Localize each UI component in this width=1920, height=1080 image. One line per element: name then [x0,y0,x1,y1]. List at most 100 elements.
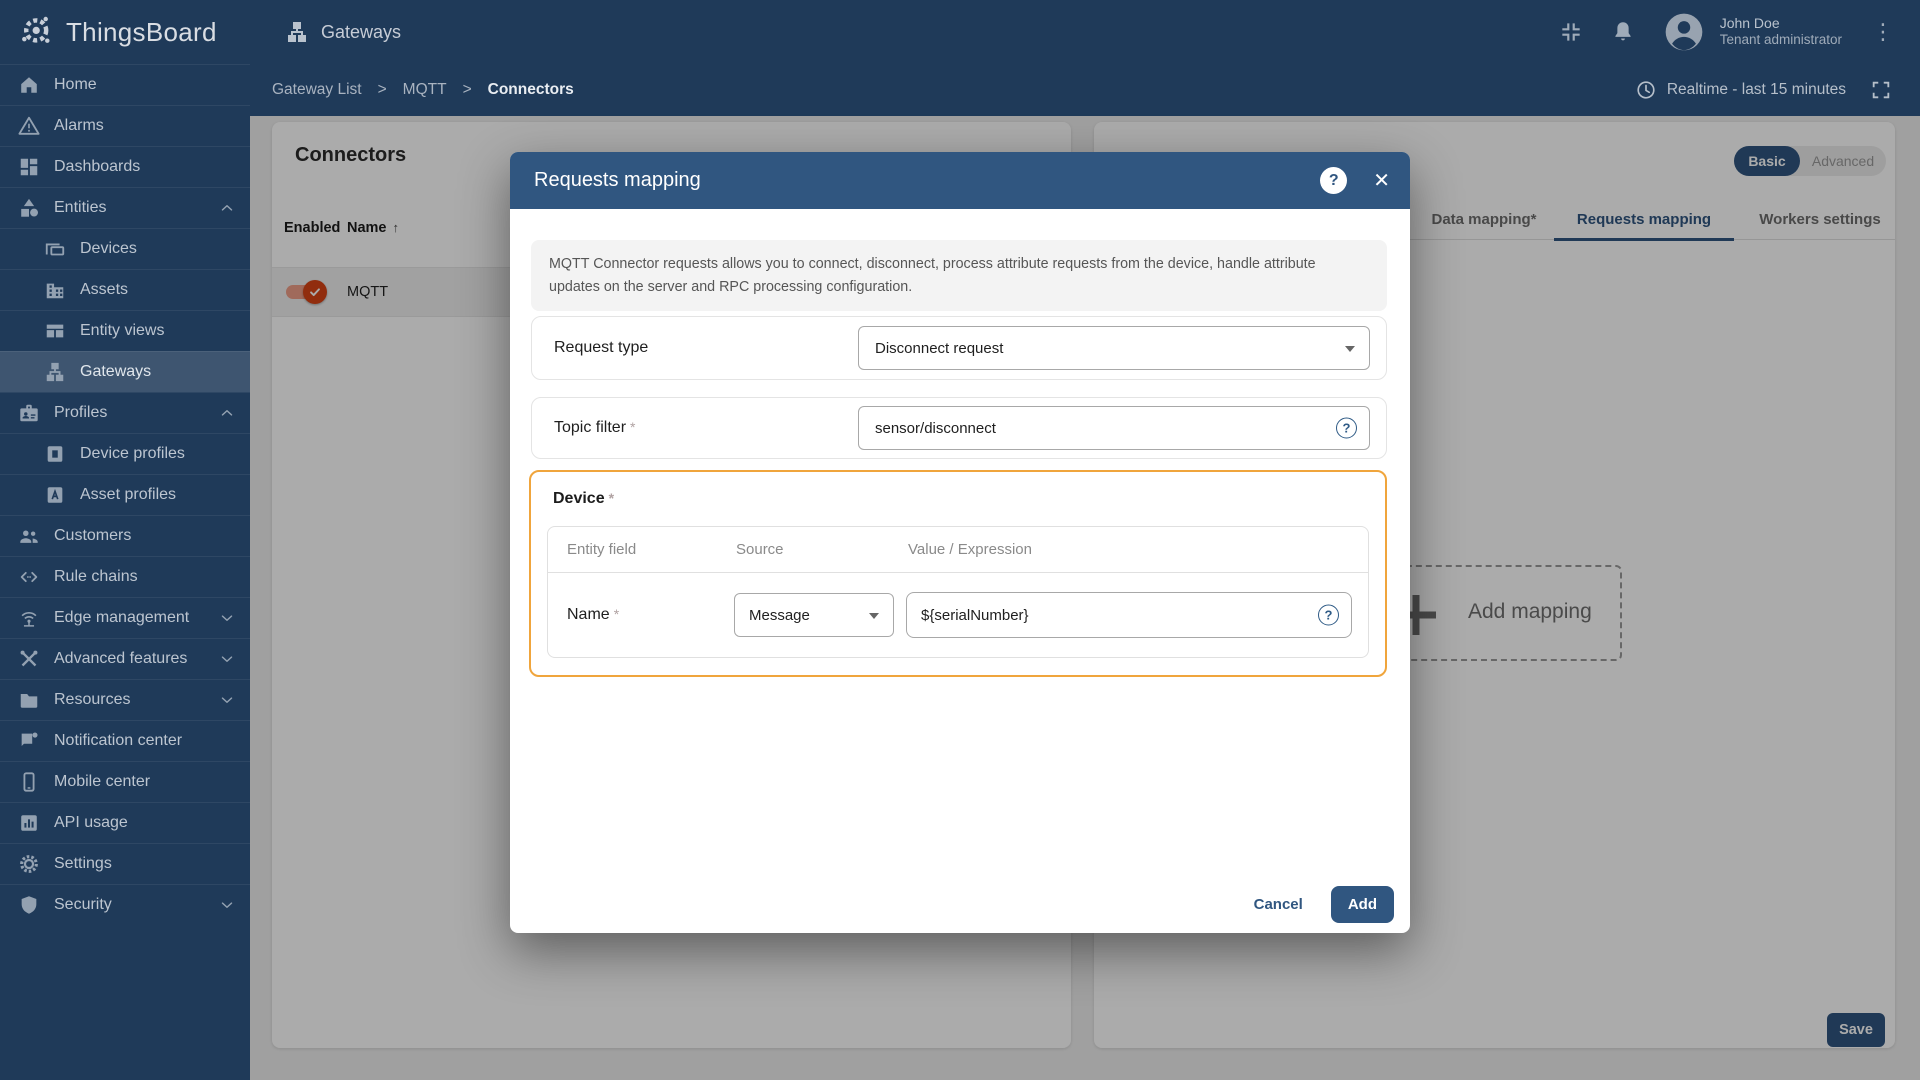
dialog-description: MQTT Connector requests allows you to co… [531,240,1387,312]
notification-flag-icon [18,730,40,752]
dialog-title: Requests mapping [534,169,701,191]
sidebar-item-settings[interactable]: Settings [0,843,250,884]
help-icon[interactable]: ? [1320,167,1348,194]
breadcrumb-separator: > [462,81,472,98]
timewindow-button[interactable]: Realtime - last 15 minutes [1635,79,1920,101]
sidebar-item-edge-management[interactable]: Edge management [0,597,250,638]
sidebar-item-security[interactable]: Security [0,884,250,925]
dashboards-icon [18,156,40,178]
device-section: Device * Entity field Source Value / Expr… [529,470,1387,677]
topic-filter-row: Topic filter * sensor/disconnect ? [531,397,1387,459]
required-asterisk: * [613,606,620,622]
profiles-icon [18,402,40,424]
more-menu-icon[interactable]: ⋮ [1868,19,1898,45]
gateways-icon [285,20,309,44]
sidebar-item-api-usage[interactable]: API usage [0,802,250,843]
breadcrumb-gateway-list[interactable]: Gateway List [272,81,362,99]
sidebar-item-resources[interactable]: Resources [0,679,250,720]
device-profiles-icon [44,443,66,465]
gateways-icon [44,361,66,383]
sidebar-item-entities[interactable]: Entities [0,187,250,228]
brand-name: ThingsBoard [66,16,217,47]
column-value-expression: Value / Expression [908,541,1032,558]
sidebar-item-assets[interactable]: Assets [0,269,250,310]
sidebar-item-dashboards[interactable]: Dashboards [0,146,250,187]
devices-icon [44,238,66,260]
close-icon[interactable]: ✕ [1373,168,1390,193]
sidebar-item-gateways[interactable]: Gateways [0,351,250,392]
sidebar-item-mobile-center[interactable]: Mobile center [0,761,250,802]
gear-icon [18,853,40,875]
alarm-icon [18,115,40,137]
sidebar-item-profiles[interactable]: Profiles [0,392,250,433]
customers-icon [18,525,40,547]
shield-icon [18,894,40,916]
sidebar-item-device-profiles[interactable]: Device profiles [0,433,250,474]
sidebar: ThingsBoard Home Alarms Dashboards Entit… [0,0,250,1080]
avatar[interactable] [1662,10,1706,54]
chevron-down-icon [869,613,879,619]
thingsboard-app: ThingsBoard Home Alarms Dashboards Entit… [0,0,1920,1080]
sidebar-item-devices[interactable]: Devices [0,228,250,269]
help-icon[interactable]: ? [1318,604,1339,626]
clock-icon [1635,79,1657,101]
timewindow-label: Realtime - last 15 minutes [1666,81,1846,98]
chevron-up-icon [218,199,236,217]
sidebar-item-home[interactable]: Home [0,64,250,105]
user-role: Tenant administrator [1719,32,1842,48]
value-expression-input[interactable]: ${serialNumber} ? [906,592,1352,638]
chevron-down-icon [218,691,236,709]
device-table-row: Name * Message ${serialNumber} ? [548,573,1368,657]
sidebar-item-customers[interactable]: Customers [0,515,250,556]
edge-management-icon [18,607,40,629]
device-table: Entity field Source Value / Expression N… [547,526,1369,658]
notifications-bell-icon[interactable] [1610,19,1636,45]
user-name: John Doe [1719,14,1780,31]
top-header: Gateways John Doe Tenant administrator ⋮ [250,0,1920,64]
sidebar-item-rule-chains[interactable]: Rule chains [0,556,250,597]
device-section-label: Device * [553,490,615,507]
cancel-button[interactable]: Cancel [1254,896,1303,913]
sidebar-item-asset-profiles[interactable]: Asset profiles [0,474,250,515]
chevron-up-icon [218,404,236,422]
breadcrumb-connectors: Connectors [487,81,574,98]
sidebar-item-notification-center[interactable]: Notification center [0,720,250,761]
sidebar-nav: Home Alarms Dashboards Entities Devices … [0,64,250,925]
fullscreen-icon[interactable] [1870,79,1892,101]
dialog-header: Requests mapping ? ✕ [510,152,1410,209]
dialog-footer: Cancel Add [1254,886,1394,923]
source-select[interactable]: Message [734,593,894,637]
breadcrumb-mqtt[interactable]: MQTT [403,81,447,99]
chevron-down-icon [1345,346,1355,352]
asset-profiles-icon [44,484,66,506]
chevron-down-icon [218,896,236,914]
brand[interactable]: ThingsBoard [0,0,250,64]
topic-filter-label: Topic filter * [554,419,636,436]
help-icon[interactable]: ? [1336,417,1357,439]
assets-icon [44,279,66,301]
add-button[interactable]: Add [1330,886,1394,923]
sidebar-item-entity-views[interactable]: Entity views [0,310,250,351]
column-source: Source [736,541,784,558]
sidebar-item-advanced-features[interactable]: Advanced features [0,638,250,679]
required-asterisk: * [630,419,636,435]
breadcrumb: Gateway List > MQTT > Connectors [250,81,574,99]
rule-chains-icon [18,566,40,588]
required-asterisk: * [608,490,615,506]
request-type-row: Request type Disconnect request [531,316,1387,380]
topic-filter-input[interactable]: sensor/disconnect ? [858,406,1370,450]
folder-icon [18,689,40,711]
collapse-icon[interactable] [1558,19,1584,45]
entity-field-name-label: Name * [567,606,620,623]
sidebar-item-alarms[interactable]: Alarms [0,105,250,146]
request-type-label: Request type [554,339,649,356]
request-type-select[interactable]: Disconnect request [858,326,1370,370]
chevron-down-icon [218,650,236,668]
page-title: Gateways [321,21,402,42]
breadcrumb-bar: Gateway List > MQTT > Connectors Realtim… [250,64,1920,116]
user-info[interactable]: John Doe Tenant administrator [1720,15,1842,49]
chevron-down-icon [218,609,236,627]
thingsboard-logo-icon [18,13,56,51]
advanced-features-icon [18,648,40,670]
column-entity-field: Entity field [567,541,637,558]
